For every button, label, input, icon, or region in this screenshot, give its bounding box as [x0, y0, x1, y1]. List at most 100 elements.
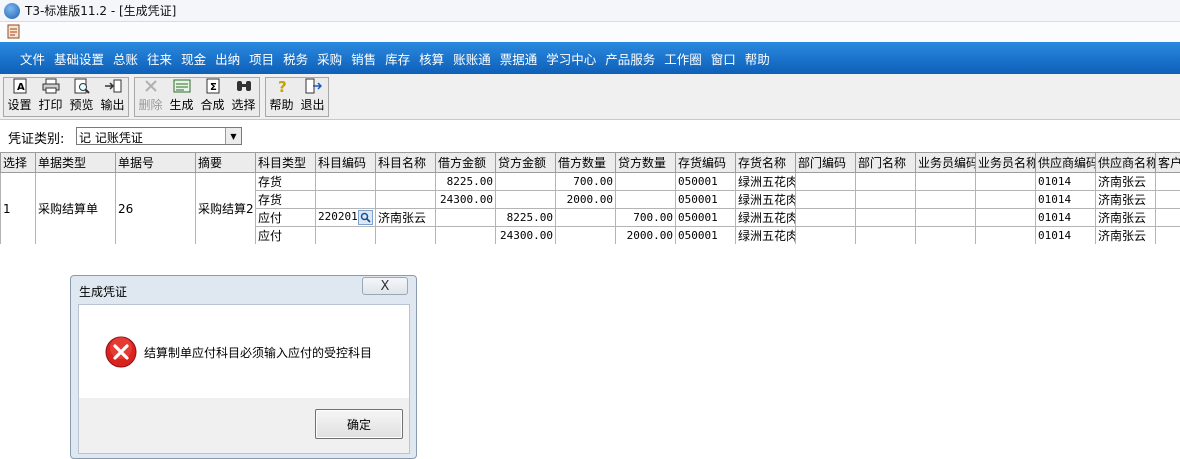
- col-header-supplier-name[interactable]: 供应商名称: [1095, 152, 1156, 173]
- credit-qty-cell[interactable]: 700.00: [615, 208, 676, 227]
- menu-basic-settings[interactable]: 基础设置: [54, 49, 104, 68]
- staff-code-cell[interactable]: [915, 190, 976, 209]
- merge-button[interactable]: Σ 合成: [197, 78, 228, 116]
- staff-code-cell[interactable]: [915, 172, 976, 191]
- inventory-name-cell[interactable]: 绿洲五花肉: [735, 226, 796, 244]
- col-header-subject-name[interactable]: 科目名称: [375, 152, 436, 173]
- delete-button[interactable]: 删除: [135, 78, 166, 116]
- col-header-customer[interactable]: 客户: [1155, 152, 1180, 173]
- staff-name-cell[interactable]: [975, 226, 1036, 244]
- exit-button[interactable]: 退出: [297, 78, 328, 116]
- dept-name-cell[interactable]: [855, 190, 916, 209]
- col-header-inventory-name[interactable]: 存货名称: [735, 152, 796, 173]
- menu-file[interactable]: 文件: [20, 49, 45, 68]
- subject-name-cell[interactable]: 济南张云: [375, 208, 436, 227]
- print-button[interactable]: 打印: [35, 78, 66, 116]
- subject-name-cell[interactable]: [375, 172, 436, 191]
- subject-code-value[interactable]: 2202010: [318, 210, 358, 223]
- menu-general-ledger[interactable]: 总账: [113, 49, 138, 68]
- help-button[interactable]: ? 帮助: [266, 78, 297, 116]
- supplier-code-cell[interactable]: 01014: [1035, 172, 1096, 191]
- menu-inventory[interactable]: 库存: [385, 49, 410, 68]
- supplier-code-cell[interactable]: 01014: [1035, 190, 1096, 209]
- staff-name-cell[interactable]: [975, 208, 1036, 227]
- supplier-code-cell[interactable]: 01014: [1035, 226, 1096, 244]
- subject-code-cell[interactable]: [315, 190, 376, 209]
- customer-cell[interactable]: [1155, 208, 1180, 227]
- search-icon[interactable]: [358, 210, 373, 225]
- col-header-dept-name[interactable]: 部门名称: [855, 152, 916, 173]
- menu-help[interactable]: 帮助: [745, 49, 770, 68]
- child-window-icon[interactable]: [6, 24, 22, 39]
- dept-code-cell[interactable]: [795, 172, 856, 191]
- col-header-debit-amount[interactable]: 借方金额: [435, 152, 496, 173]
- menu-project[interactable]: 项目: [249, 49, 274, 68]
- generate-button[interactable]: 生成: [166, 78, 197, 116]
- credit-amount-cell[interactable]: 24300.00: [495, 226, 556, 244]
- dept-code-cell[interactable]: [795, 208, 856, 227]
- debit-amount-cell[interactable]: [435, 208, 496, 227]
- credit-qty-cell[interactable]: [615, 190, 676, 209]
- subject-type-cell[interactable]: 应付: [255, 226, 316, 244]
- subject-code-input[interactable]: 2202010: [315, 208, 376, 227]
- staff-code-cell[interactable]: [915, 208, 976, 227]
- menu-learning-center[interactable]: 学习中心: [546, 49, 596, 68]
- menu-work-circle[interactable]: 工作圈: [664, 49, 702, 68]
- menu-cash[interactable]: 现金: [181, 49, 206, 68]
- supplier-name-cell[interactable]: 济南张云: [1095, 208, 1156, 227]
- menu-purchase[interactable]: 采购: [317, 49, 342, 68]
- dept-code-cell[interactable]: [795, 190, 856, 209]
- col-header-credit-qty[interactable]: 贷方数量: [615, 152, 676, 173]
- inventory-name-cell[interactable]: 绿洲五花肉: [735, 190, 796, 209]
- staff-code-cell[interactable]: [915, 226, 976, 244]
- subject-code-cell[interactable]: [315, 226, 376, 244]
- menu-costing[interactable]: 核算: [419, 49, 444, 68]
- doc-no-cell[interactable]: 26: [115, 172, 196, 244]
- menu-piaojutong[interactable]: 票据通: [500, 49, 538, 68]
- inventory-code-cell[interactable]: 050001: [675, 172, 736, 191]
- menu-receivables-payables[interactable]: 往来: [147, 49, 172, 68]
- debit-qty-cell[interactable]: [555, 226, 616, 244]
- col-header-staff-name[interactable]: 业务员名称: [975, 152, 1036, 173]
- menu-tax[interactable]: 税务: [283, 49, 308, 68]
- inventory-code-cell[interactable]: 050001: [675, 190, 736, 209]
- export-button[interactable]: 输出: [97, 78, 128, 116]
- menu-cashier[interactable]: 出纳: [215, 49, 240, 68]
- customer-cell[interactable]: [1155, 172, 1180, 191]
- subject-type-cell[interactable]: 存货: [255, 172, 316, 191]
- credit-qty-cell[interactable]: [615, 172, 676, 191]
- debit-amount-cell[interactable]: [435, 226, 496, 244]
- table-row[interactable]: 1 采购结算单 26 采购结算2 存货 8225.00 700.00 05000…: [0, 172, 1180, 244]
- col-header-summary[interactable]: 摘要: [195, 152, 256, 173]
- inventory-code-cell[interactable]: 050001: [675, 208, 736, 227]
- supplier-name-cell[interactable]: 济南张云: [1095, 226, 1156, 244]
- customer-cell[interactable]: [1155, 226, 1180, 244]
- inventory-name-cell[interactable]: 绿洲五花肉: [735, 172, 796, 191]
- credit-amount-cell[interactable]: [495, 172, 556, 191]
- col-header-inventory-code[interactable]: 存货编码: [675, 152, 736, 173]
- debit-qty-cell[interactable]: 2000.00: [555, 190, 616, 209]
- subject-name-cell[interactable]: [375, 190, 436, 209]
- col-header-subject-code[interactable]: 科目编码: [315, 152, 376, 173]
- staff-name-cell[interactable]: [975, 190, 1036, 209]
- credit-amount-cell[interactable]: 8225.00: [495, 208, 556, 227]
- credit-amount-cell[interactable]: [495, 190, 556, 209]
- debit-qty-cell[interactable]: [555, 208, 616, 227]
- col-header-debit-qty[interactable]: 借方数量: [555, 152, 616, 173]
- voucher-type-select[interactable]: 记 记账凭证 ▼: [76, 127, 242, 145]
- staff-name-cell[interactable]: [975, 172, 1036, 191]
- supplier-name-cell[interactable]: 济南张云: [1095, 172, 1156, 191]
- menu-sales[interactable]: 销售: [351, 49, 376, 68]
- col-header-credit-amount[interactable]: 贷方金额: [495, 152, 556, 173]
- dept-name-cell[interactable]: [855, 208, 916, 227]
- debit-amount-cell[interactable]: 8225.00: [435, 172, 496, 191]
- menu-zhangzhangtong[interactable]: 账账通: [453, 49, 491, 68]
- inventory-name-cell[interactable]: 绿洲五花肉: [735, 208, 796, 227]
- dialog-close-button[interactable]: X: [362, 277, 408, 295]
- select-cell[interactable]: 1: [0, 172, 36, 244]
- debit-amount-cell[interactable]: 24300.00: [435, 190, 496, 209]
- customer-cell[interactable]: [1155, 190, 1180, 209]
- col-header-doc-type[interactable]: 单据类型: [35, 152, 116, 173]
- dept-name-cell[interactable]: [855, 172, 916, 191]
- preview-button[interactable]: 预览: [66, 78, 97, 116]
